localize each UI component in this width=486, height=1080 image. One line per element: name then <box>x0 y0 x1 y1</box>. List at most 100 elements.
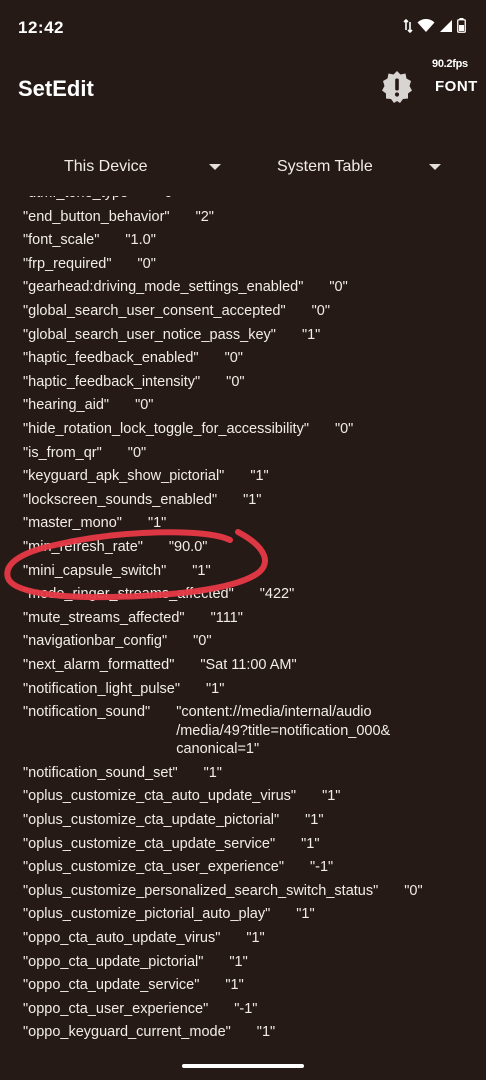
setting-key: "is_from_qr" <box>23 444 102 461</box>
alert-button[interactable] <box>380 70 414 104</box>
setting-value: "90.0" <box>168 539 208 555</box>
setting-row[interactable]: "oppo_keyguard_current_mode" "1" <box>23 1023 474 1042</box>
setting-key: "oppo_cta_update_pictorial" <box>23 953 204 970</box>
setting-value: "0" <box>224 350 243 367</box>
setting-value: "0" <box>329 279 348 296</box>
setting-row[interactable]: "navigationbar_config" "0" <box>23 632 474 651</box>
setting-key: "oplus_customize_personalized_search_swi… <box>23 882 379 899</box>
setting-row[interactable]: "end_button_behavior" "2" <box>23 208 474 227</box>
setting-key: "mute_streams_affected" <box>23 609 185 626</box>
setting-row[interactable]: "oplus_customize_cta_user_experience" "-1… <box>23 858 474 877</box>
setting-key: "oppo_cta_auto_update_virus" <box>23 930 221 946</box>
setting-row[interactable]: "oppo_cta_update_service" "1" <box>23 976 474 995</box>
setting-row[interactable]: "oplus_customize_cta_update_service" "1" <box>23 835 474 854</box>
setting-key: "notification_sound" <box>23 704 151 721</box>
setting-value: "1" <box>301 326 321 343</box>
setting-row[interactable]: "frp_required" "0" <box>23 255 474 274</box>
setting-row[interactable]: "min_refresh_rate" "90.0" <box>23 538 474 557</box>
setting-key: "navigationbar_config" <box>23 633 168 650</box>
setting-value: "111" <box>210 609 243 626</box>
setting-row[interactable]: "haptic_feedback_enabled" "0" <box>23 349 474 368</box>
setting-row[interactable]: "global_search_user_notice_pass_key" "1" <box>23 326 474 345</box>
device-spinner[interactable]: This Device <box>64 154 229 180</box>
setting-key: "oppo_cta_user_experience" <box>23 1000 209 1017</box>
setting-row[interactable]: "lockscreen_sounds_enabled" "1" <box>23 491 474 510</box>
setting-key: "haptic_feedback_enabled" <box>23 350 199 367</box>
setting-row[interactable]: "is_from_qr" "0" <box>23 444 474 463</box>
setting-row[interactable]: "font_scale" "1.0" <box>23 231 474 250</box>
setting-row[interactable]: "notification_sound_set" "1" <box>23 764 474 783</box>
app-title: SetEdit <box>18 76 94 101</box>
setting-row[interactable]: "oplus_customize_cta_auto_update_virus" "… <box>23 787 474 806</box>
setting-row[interactable]: "haptic_feedback_intensity" "0" <box>23 373 474 392</box>
setting-value: "1" <box>229 953 248 970</box>
setting-key: "end_button_behavior" <box>23 208 170 225</box>
setting-row[interactable]: "mini_capsule_switch" "1" <box>23 562 474 581</box>
setting-key: "oplus_customize_cta_user_experience" <box>23 859 284 876</box>
setting-row[interactable]: "oppo_cta_update_pictorial" "1" <box>23 953 474 972</box>
setting-value: "0" <box>311 303 330 319</box>
setting-key: "hide_rotation_lock_toggle_for_accessibi… <box>23 421 309 437</box>
setting-key: "mode_ringer_streams_affected" <box>23 586 234 603</box>
setting-row[interactable]: "oppo_cta_auto_update_virus" "1" <box>23 929 474 948</box>
setting-key: "oplus_customize_cta_auto_update_virus" <box>23 788 297 805</box>
setting-value: "0" <box>127 444 147 461</box>
fps-counter: 90.2fps <box>432 58 468 70</box>
setting-row[interactable]: "master_mono" "1" <box>23 514 474 533</box>
setting-value: "1.0" <box>125 232 156 249</box>
setting-row[interactable]: "global_search_user_consent_accepted" "0" <box>23 302 474 321</box>
setting-value: "1" <box>256 1024 276 1041</box>
setting-row[interactable]: "dtmf_tone_type" "0" <box>23 196 474 203</box>
setting-key: "global_search_user_notice_pass_key" <box>23 326 276 343</box>
setting-key: "oppo_keyguard_current_mode" <box>23 1024 231 1041</box>
setting-value: "0" <box>404 882 423 899</box>
setting-key: "notification_sound_set" <box>23 764 178 781</box>
setting-value: "1" <box>322 788 341 805</box>
setting-row[interactable]: "mute_streams_affected" "111" <box>23 609 474 628</box>
setting-row[interactable]: "hide_rotation_lock_toggle_for_accessibi… <box>23 420 474 439</box>
setting-key: "frp_required" <box>23 255 112 272</box>
exclamation-badge-icon <box>382 71 412 103</box>
setting-value: "1" <box>296 906 315 923</box>
setting-row[interactable]: "oppo_cta_user_experience" "-1" <box>23 1000 474 1019</box>
setting-key: "haptic_feedback_intensity" <box>23 373 201 390</box>
wifi-icon <box>417 18 435 32</box>
setting-row[interactable]: "mode_ringer_streams_affected" "422" <box>23 585 474 604</box>
chevron-down-icon <box>429 164 441 170</box>
status-icons <box>403 18 466 33</box>
setting-key: "next_alarm_formatted" <box>23 657 175 673</box>
setting-row[interactable]: "next_alarm_formatted" "Sat 11:00 AM" <box>23 656 474 675</box>
setting-row[interactable]: "notification_light_pulse" "1" <box>23 680 474 699</box>
setting-key: "master_mono" <box>23 515 122 532</box>
setting-value: "1" <box>246 930 265 946</box>
status-bar: 12:42 <box>0 0 486 56</box>
setting-key: "gearhead:driving_mode_settings_enabled" <box>23 279 304 296</box>
setting-value: "0" <box>137 255 156 272</box>
battery-icon <box>457 18 466 33</box>
setting-row[interactable]: "hearing_aid" "0" <box>23 396 474 415</box>
setting-value: "0" <box>334 421 354 437</box>
setting-value: "1" <box>206 680 225 697</box>
home-indicator[interactable] <box>182 1064 304 1068</box>
setting-value: "1" <box>225 977 244 994</box>
setting-row[interactable]: "notification_sound" "content://media/int… <box>23 703 474 757</box>
setting-row[interactable]: "gearhead:driving_mode_settings_enabled"… <box>23 278 474 297</box>
font-button[interactable]: FONT <box>435 78 478 95</box>
setting-value: "1" <box>192 562 211 579</box>
settings-list[interactable]: "dtmf_tone_type" "0" "end_button_behavior"… <box>0 196 486 1046</box>
setting-key: "font_scale" <box>23 232 100 249</box>
setting-value: "1" <box>250 468 269 485</box>
setting-key: "global_search_user_consent_accepted" <box>23 303 286 319</box>
setting-value: "-1" <box>234 1000 258 1017</box>
app-bar: SetEdit 90.2fps FONT <box>0 56 486 126</box>
table-spinner[interactable]: System Table <box>277 154 447 180</box>
setting-key: "hearing_aid" <box>23 397 110 414</box>
setting-value: "content://media/internal/audio /media/4… <box>176 704 391 758</box>
setting-row[interactable]: "oplus_customize_cta_update_pictorial" "1… <box>23 811 474 830</box>
device-spinner-label: This Device <box>64 158 148 175</box>
setting-value: "1" <box>243 491 262 508</box>
setting-row[interactable]: "oplus_customize_personalized_search_swi… <box>23 882 474 901</box>
setting-row[interactable]: "oplus_customize_pictorial_auto_play" "1" <box>23 905 474 924</box>
setting-row[interactable]: "keyguard_apk_show_pictorial" "1" <box>23 467 474 486</box>
setting-key: "min_refresh_rate" <box>23 539 143 555</box>
